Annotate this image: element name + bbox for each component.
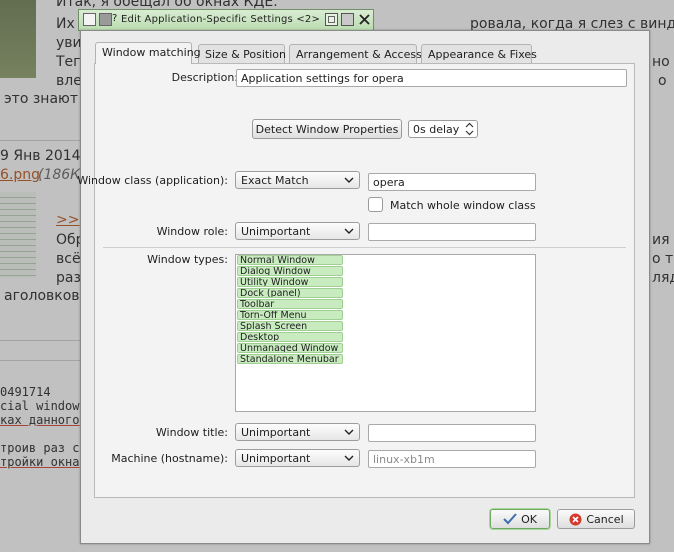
tab-label: Arrangement & Access bbox=[296, 48, 422, 61]
tab-label: Appearance & Fixes bbox=[428, 48, 537, 61]
window-menu-icon[interactable] bbox=[83, 13, 96, 26]
window-title: Edit Application-Specific Settings <2> bbox=[121, 14, 321, 25]
tab-label: Window matching bbox=[102, 46, 201, 59]
list-item[interactable]: Splash Screen bbox=[237, 321, 343, 331]
ok-button[interactable]: OK bbox=[490, 509, 550, 529]
window-title-match-value: Unimportant bbox=[241, 426, 311, 439]
list-item[interactable]: Utility Window bbox=[237, 277, 343, 287]
detect-button-label: Detect Window Properties bbox=[255, 123, 399, 136]
detect-window-properties-button[interactable]: Detect Window Properties bbox=[252, 119, 402, 139]
spin-arrows-icon[interactable] bbox=[465, 122, 474, 136]
delay-value: 0s delay bbox=[413, 123, 460, 136]
description-input[interactable]: Application settings for opera bbox=[236, 69, 627, 87]
window-title-match-select[interactable]: Unimportant bbox=[235, 423, 360, 441]
list-item[interactable]: Dialog Window bbox=[237, 266, 343, 276]
window-app-icon bbox=[99, 13, 112, 26]
window-role-input[interactable] bbox=[368, 223, 536, 241]
tab-appearance-fixes[interactable]: Appearance & Fixes bbox=[421, 44, 537, 63]
minimize-icon[interactable] bbox=[325, 13, 338, 26]
list-item[interactable]: Torn-Off Menu bbox=[237, 310, 343, 320]
window-class-label: Window class (application): bbox=[77, 174, 228, 187]
tab-size-position[interactable]: Size & Position bbox=[198, 44, 286, 63]
tab-label: Size & Position bbox=[205, 48, 286, 61]
separator bbox=[103, 247, 626, 248]
machine-match-select[interactable]: Unimportant bbox=[235, 449, 360, 467]
match-whole-class-label[interactable]: Match whole window class bbox=[390, 199, 536, 212]
chevron-down-icon bbox=[344, 177, 354, 183]
tab-arrangement-access[interactable]: Arrangement & Access bbox=[289, 44, 422, 63]
machine-hostname-input[interactable]: linux-xb1m bbox=[368, 450, 536, 468]
window-class-match-select[interactable]: Exact Match bbox=[235, 171, 360, 189]
match-whole-class-checkbox[interactable] bbox=[368, 197, 383, 212]
tab-window-matching[interactable]: Window matching bbox=[95, 42, 201, 64]
list-item[interactable]: Toolbar bbox=[237, 299, 343, 309]
help-icon[interactable]: ? bbox=[112, 13, 117, 24]
list-item[interactable]: Unmanaged Window bbox=[237, 343, 343, 353]
chevron-down-icon bbox=[344, 228, 354, 234]
cancel-icon bbox=[569, 513, 582, 526]
window-class-input[interactable]: opera bbox=[368, 173, 536, 191]
tab-panel-window-matching: Description: Application settings for op… bbox=[77, 63, 635, 498]
list-item[interactable]: Standalone Menubar bbox=[237, 354, 343, 364]
ok-button-label: OK bbox=[521, 513, 537, 526]
description-label: Description: bbox=[171, 71, 238, 84]
window-role-label: Window role: bbox=[156, 225, 228, 238]
window-types-label: Window types: bbox=[147, 253, 228, 266]
chevron-down-icon bbox=[344, 455, 354, 461]
maximize-icon[interactable] bbox=[341, 13, 354, 26]
settings-dialog: Window matching Size & Position Arrangem… bbox=[77, 30, 650, 544]
window-role-match-select[interactable]: Unimportant bbox=[235, 222, 360, 240]
checkmark-icon bbox=[503, 513, 517, 525]
list-item[interactable]: Dock (panel) bbox=[237, 288, 343, 298]
cancel-button[interactable]: Cancel bbox=[557, 509, 635, 529]
close-icon[interactable] bbox=[358, 13, 371, 26]
machine-hostname-label: Machine (hostname): bbox=[111, 452, 228, 465]
window-role-match-value: Unimportant bbox=[241, 225, 311, 238]
window-types-list[interactable]: Normal Window Dialog Window Utility Wind… bbox=[235, 254, 536, 412]
chevron-down-icon bbox=[344, 429, 354, 435]
window-title-input[interactable] bbox=[368, 424, 536, 442]
delay-spinbox[interactable]: 0s delay bbox=[408, 120, 478, 138]
list-item[interactable]: Desktop bbox=[237, 332, 343, 342]
list-item[interactable]: Normal Window bbox=[237, 255, 343, 265]
window-title-label: Window title: bbox=[155, 426, 228, 439]
window-class-match-value: Exact Match bbox=[241, 174, 309, 187]
cancel-button-label: Cancel bbox=[586, 513, 624, 526]
window-titlebar[interactable]: ? Edit Application-Specific Settings <2> bbox=[78, 9, 374, 31]
machine-match-value: Unimportant bbox=[241, 452, 311, 465]
